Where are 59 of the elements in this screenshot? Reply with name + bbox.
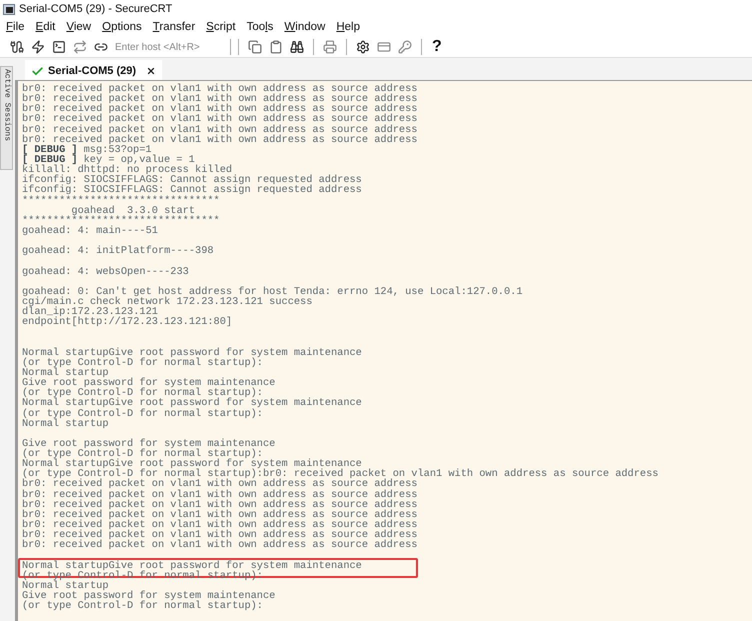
terminal-icon[interactable] [50, 38, 68, 56]
side-panel-tab[interactable]: Active Sessions [0, 66, 13, 170]
lightning-icon[interactable] [29, 38, 47, 56]
terminal-line: goahead: 4: main----51 [22, 224, 158, 237]
terminal-line: msg:53?op=1 [84, 144, 152, 155]
terminal-line: br0: received packet on vlan1 with own address as source address [22, 539, 418, 552]
menu-item[interactable]: Script [206, 18, 236, 36]
terminal-line: Normal startupGive root password for system maintenance [22, 346, 362, 359]
terminal-line: Normal startupGive root password for system maintenance [22, 560, 362, 572]
tab-label: Serial-COM5 (29) [48, 64, 136, 79]
terminal-line: endpoint[http://172.23.123.121:80] [22, 316, 232, 328]
debug-tag: [ DEBUG ] [22, 154, 78, 166]
key-icon[interactable] [396, 38, 414, 56]
binoculars-icon[interactable] [288, 38, 306, 56]
settings-icon[interactable] [354, 38, 372, 56]
terminal-line: br0: received packet on vlan1 with own address as source address [22, 83, 418, 95]
terminal-line: br0: received packet on vlan1 with own address as source address [22, 478, 418, 490]
debug-tag: [ DEBUG ] [22, 144, 78, 155]
terminal-line: goahead: 0: Can't get host address for host Tenda: errno 124, use Local:127.0.0.1 [22, 286, 523, 298]
menu-item[interactable]: Help [336, 18, 360, 36]
printer-icon[interactable] [321, 38, 339, 56]
terminal-line: goahead: 4: websOpen----233 [22, 266, 189, 278]
menu-item[interactable]: Options [102, 18, 142, 36]
window-title: Serial-COM5 (29) - SecureCRT [19, 2, 172, 17]
terminal-line: Normal startup [22, 580, 109, 592]
plug-icon[interactable] [8, 38, 26, 56]
menu-item[interactable]: View [66, 18, 92, 36]
terminal-line: ******************************** [22, 194, 220, 207]
terminal-line: Give root password for system maintenance [22, 438, 276, 450]
terminal-line: goahead: 4: initPlatform----398 [22, 245, 214, 258]
terminal-line: goahead 3.3.0 start [71, 204, 196, 217]
terminal-line: br0: received packet on vlan1 with own address as source address [22, 498, 418, 511]
terminal-line: (or type Control-D for normal startup): [22, 600, 263, 612]
terminal-line: cgi/main.c check network 172.23.123.121 success [22, 296, 312, 308]
menu-item[interactable]: Window [284, 18, 326, 36]
terminal-line: key = op,value = 1 [84, 154, 195, 166]
terminal-line: br0: received packet on vlan1 with own address as source address [22, 124, 418, 136]
app-icon [3, 4, 15, 14]
check-icon [31, 64, 44, 78]
terminal-line: br0: received packet on vlan1 with own address as source address [22, 488, 418, 501]
help-button[interactable]: ? [429, 39, 445, 55]
terminal-line: (or type Control-D for normal startup): [22, 408, 263, 420]
menu-item[interactable]: Edit [36, 18, 56, 36]
host-field[interactable]: Enter host <Alt+R> [113, 39, 231, 55]
terminal-line: Normal startup [22, 418, 109, 430]
terminal-line: br0: received packet on vlan1 with own address as source address [22, 134, 418, 146]
session-tab[interactable]: Serial-COM5 (29) [25, 60, 162, 80]
terminal-line: Normal startupGive root password for system maintenance [22, 397, 362, 410]
menu-item[interactable]: Tools [246, 18, 274, 36]
terminal-line: ******************************** [22, 214, 220, 227]
terminal-line: Normal startup [22, 366, 109, 379]
terminal-line: (or type Control-D for normal startup): [22, 356, 263, 369]
terminal-line: br0: received packet on vlan1 with own address as source address [22, 113, 418, 126]
terminal-line: br0: received packet on vlan1 with own address as source address [22, 508, 418, 521]
menu-item[interactable]: File [6, 18, 25, 36]
copy-icon[interactable] [246, 38, 264, 56]
terminal-line: ifconfig: SIOCSIFFLAGS: Cannot assign requested address [22, 184, 362, 196]
menu-item[interactable]: Transfer [152, 18, 196, 36]
close-icon[interactable] [146, 66, 156, 76]
